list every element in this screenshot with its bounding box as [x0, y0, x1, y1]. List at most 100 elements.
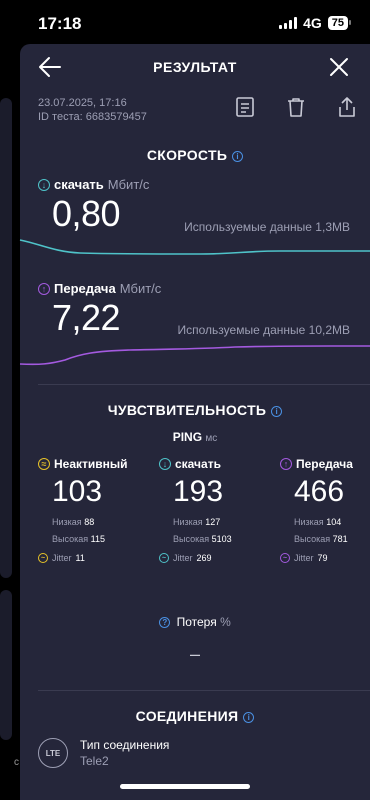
jitter-label: Jitter: [294, 553, 314, 563]
ping-title: PING мс: [20, 430, 370, 444]
ping-download-high: Высокая 5103: [173, 534, 279, 544]
speed-title: СКОРОСТЬ: [146, 147, 228, 163]
packet-loss-value: –: [189, 644, 200, 664]
ping-column-upload: ↑ Передача 466 Низкая 104 Высокая 781 ~ …: [280, 457, 370, 563]
jitter-value: 11: [75, 553, 85, 563]
speed-section-title: СКОРОСТЬ i: [20, 147, 370, 163]
background-card: [0, 590, 12, 740]
jitter-label: Jitter: [52, 553, 72, 563]
upload-label-row: ↑ Передача Мбит/с: [38, 281, 161, 296]
section-divider: [38, 690, 370, 691]
page-title: РЕЗУЛЬТАТ: [153, 59, 237, 75]
home-indicator[interactable]: [120, 784, 250, 789]
download-value: 0,80: [52, 193, 121, 234]
low-label: Низкая: [52, 517, 82, 527]
ping-download-label: скачать: [175, 457, 221, 471]
ping-download-low: Низкая 127: [173, 517, 279, 527]
connection-type-label: Тип соединения: [80, 738, 170, 752]
packet-loss-label: ? Потеря %: [20, 615, 370, 629]
ping-idle-value: 103: [52, 475, 103, 508]
upload-arrow-icon: ↑: [280, 458, 292, 470]
jitter-icon: ~: [38, 553, 48, 563]
close-icon[interactable]: [326, 54, 352, 80]
ping-download-value: 193: [173, 475, 224, 508]
signal-icon: [279, 17, 298, 29]
ping-column-header: ≈ Неактивный: [38, 457, 158, 471]
network-type: 4G: [303, 15, 322, 31]
question-icon[interactable]: ?: [159, 617, 171, 629]
share-icon[interactable]: [336, 96, 358, 118]
jitter-value: 269: [196, 553, 212, 563]
ping-idle-jitter: ~ Jitter 11: [38, 553, 158, 563]
jitter-value: 79: [317, 553, 328, 563]
low-value: 127: [205, 517, 221, 527]
download-label-row: ↓ скачать Мбит/с: [38, 177, 149, 192]
idle-icon: ≈: [38, 458, 50, 470]
result-sheet: РЕЗУЛЬТАТ 23.07.2025, 17:16 ID теста: 66…: [19, 44, 370, 800]
battery-level: 75: [331, 17, 344, 29]
status-time: 17:18: [38, 14, 82, 33]
connection-type-row: LTE Тип соединения Tele2: [38, 738, 169, 768]
upload-label: Передача: [54, 281, 116, 296]
download-arrow-icon: ↓: [159, 458, 171, 470]
ping-column-header: ↑ Передача: [280, 457, 370, 471]
ping-upload-low: Низкая 104: [294, 517, 370, 527]
jitter-icon: ~: [280, 553, 290, 563]
download-speed-graph: [19, 239, 370, 255]
high-label: Высокая: [52, 534, 89, 544]
ping-unit: мс: [205, 433, 218, 444]
low-value: 104: [326, 517, 342, 527]
document-icon[interactable]: [234, 96, 256, 118]
trash-icon[interactable]: [285, 96, 307, 118]
ping-idle-low: Низкая 88: [52, 517, 158, 527]
ping-upload-value: 466: [294, 475, 345, 508]
lte-badge-icon: LTE: [38, 738, 68, 768]
battery-icon: 75: [327, 16, 352, 30]
status-bar: 17:18 4G 75: [0, 0, 370, 44]
upload-value: 7,22: [52, 297, 121, 338]
ping-column-idle: ≈ Неактивный 103 Низкая 88 Высокая 115 ~…: [38, 457, 158, 563]
status-icons: 4G 75: [279, 15, 352, 31]
ping-upload-label: Передача: [296, 457, 353, 471]
low-label: Низкая: [294, 517, 324, 527]
high-value: 781: [332, 534, 348, 544]
background-card: [0, 98, 12, 578]
loss-unit: %: [220, 615, 231, 629]
info-icon[interactable]: i: [243, 711, 255, 723]
ping-column-header: ↓ скачать: [159, 457, 279, 471]
sensitivity-title: ЧУВСТВИТЕЛЬНОСТЬ: [107, 402, 267, 418]
ping-label: PING: [172, 430, 203, 444]
low-label: Низкая: [173, 517, 203, 527]
download-label: скачать: [54, 177, 104, 192]
sensitivity-section-title: ЧУВСТВИТЕЛЬНОСТЬ i: [20, 402, 370, 418]
upload-arrow-icon: ↑: [38, 282, 50, 295]
high-value: 5103: [211, 534, 232, 544]
loss-label: Потеря: [176, 615, 217, 629]
download-arrow-icon: ↓: [38, 178, 50, 191]
high-value: 115: [90, 534, 105, 544]
ping-upload-jitter: ~ Jitter 79: [280, 553, 370, 563]
section-divider: [38, 384, 370, 385]
download-used-data: Используемые данные 1,3MB: [184, 220, 350, 234]
info-icon[interactable]: i: [232, 150, 244, 162]
connections-section-title: СОЕДИНЕНИЯ i: [20, 708, 370, 724]
ping-download-jitter: ~ Jitter 269: [159, 553, 279, 563]
test-datetime: 23.07.2025, 17:16: [38, 97, 127, 109]
connection-type-value: Tele2: [80, 754, 109, 768]
connections-title: СОЕДИНЕНИЯ: [135, 708, 239, 724]
jitter-label: Jitter: [173, 553, 193, 563]
sheet-header: РЕЗУЛЬТАТ: [20, 44, 370, 90]
upload-unit: Мбит/с: [119, 281, 162, 296]
test-meta: 23.07.2025, 17:16 ID теста: 6683579457: [38, 96, 147, 124]
test-id: ID теста: 6683579457: [38, 111, 147, 123]
ping-column-download: ↓ скачать 193 Низкая 127 Высокая 5103 ~ …: [159, 457, 279, 563]
ping-idle-high: Высокая 115: [52, 534, 158, 544]
download-unit: Мбит/с: [107, 177, 150, 192]
upload-speed-graph: [19, 345, 370, 366]
background-text: с: [14, 757, 19, 768]
high-label: Высокая: [173, 534, 210, 544]
ping-upload-high: Высокая 781: [294, 534, 370, 544]
high-label: Высокая: [294, 534, 331, 544]
info-icon[interactable]: i: [271, 405, 283, 417]
jitter-icon: ~: [159, 553, 169, 563]
